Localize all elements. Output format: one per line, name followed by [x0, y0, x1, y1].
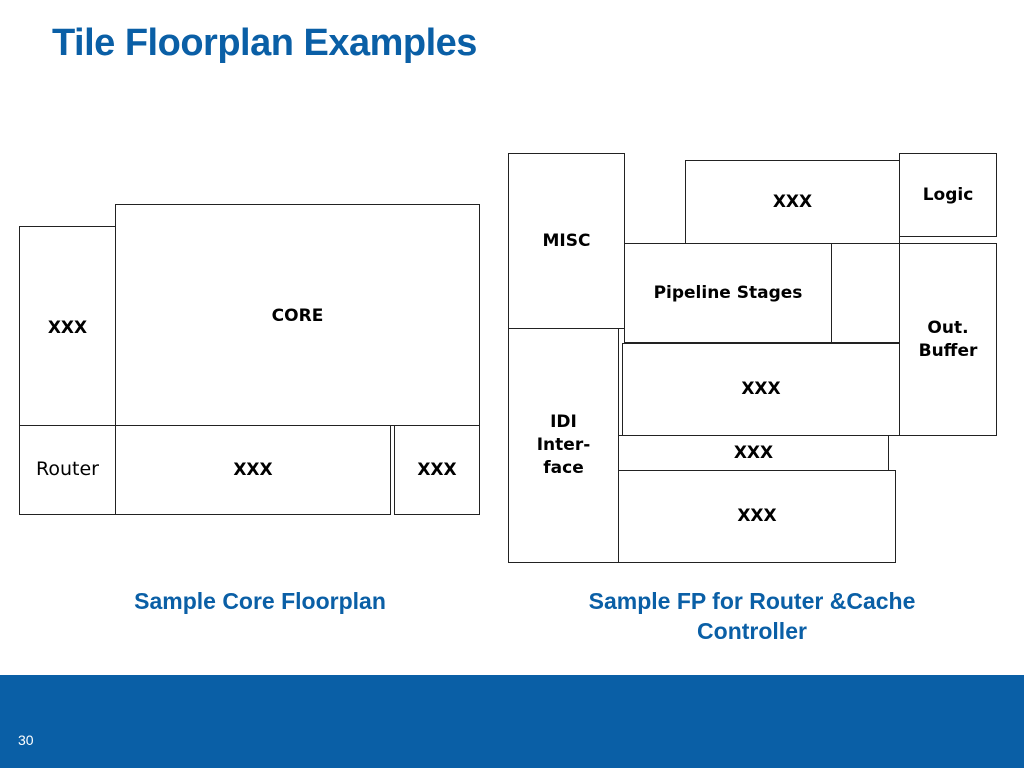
core-floorplan-caption: Sample Core Floorplan [134, 588, 386, 614]
block-label: Out. Buffer [918, 317, 978, 361]
core-bottom-xxx-block: XXX [115, 425, 391, 515]
bottom-xxx-block: XXX [618, 470, 896, 563]
block-label: XXX [772, 191, 813, 212]
page-number: 30 [18, 732, 34, 748]
block-label: Logic [922, 185, 974, 205]
block-label: CORE [271, 306, 324, 326]
block-label: XXX [733, 443, 774, 464]
misc-block: MISC [508, 153, 625, 329]
logic-block: Logic [899, 153, 997, 237]
footer-bar [0, 675, 1024, 768]
pipeline-stages-block: Pipeline Stages [624, 243, 832, 343]
block-label: Router [36, 458, 99, 481]
block-label: MISC [542, 230, 591, 251]
block-label: XXX [741, 379, 781, 400]
core-block: CORE [115, 204, 480, 426]
block-label: Pipeline Stages [653, 282, 803, 303]
pipeline-spacer-block [830, 243, 900, 343]
block-label: XXX [233, 459, 273, 480]
top-xxx-block: XXX [685, 160, 900, 244]
mid-xxx-block: XXX [622, 343, 900, 436]
block-label: XXX [417, 459, 457, 480]
thin-xxx-block: XXX [618, 435, 889, 472]
block-label: XXX [47, 318, 88, 338]
block-label: IDI Inter- face [536, 412, 591, 478]
core-bottom-right-xxx-block: XXX [394, 425, 480, 515]
router-block: Router [19, 425, 116, 515]
idi-interface-block: IDI Inter- face [508, 328, 619, 563]
slide-title: Tile Floorplan Examples [52, 22, 477, 64]
block-label: XXX [737, 506, 777, 527]
core-left-xxx-block: XXX [19, 226, 116, 426]
router-cache-floorplan-caption: Sample FP for Router &Cache Controller [588, 588, 916, 644]
out-buffer-block: Out. Buffer [899, 243, 997, 436]
